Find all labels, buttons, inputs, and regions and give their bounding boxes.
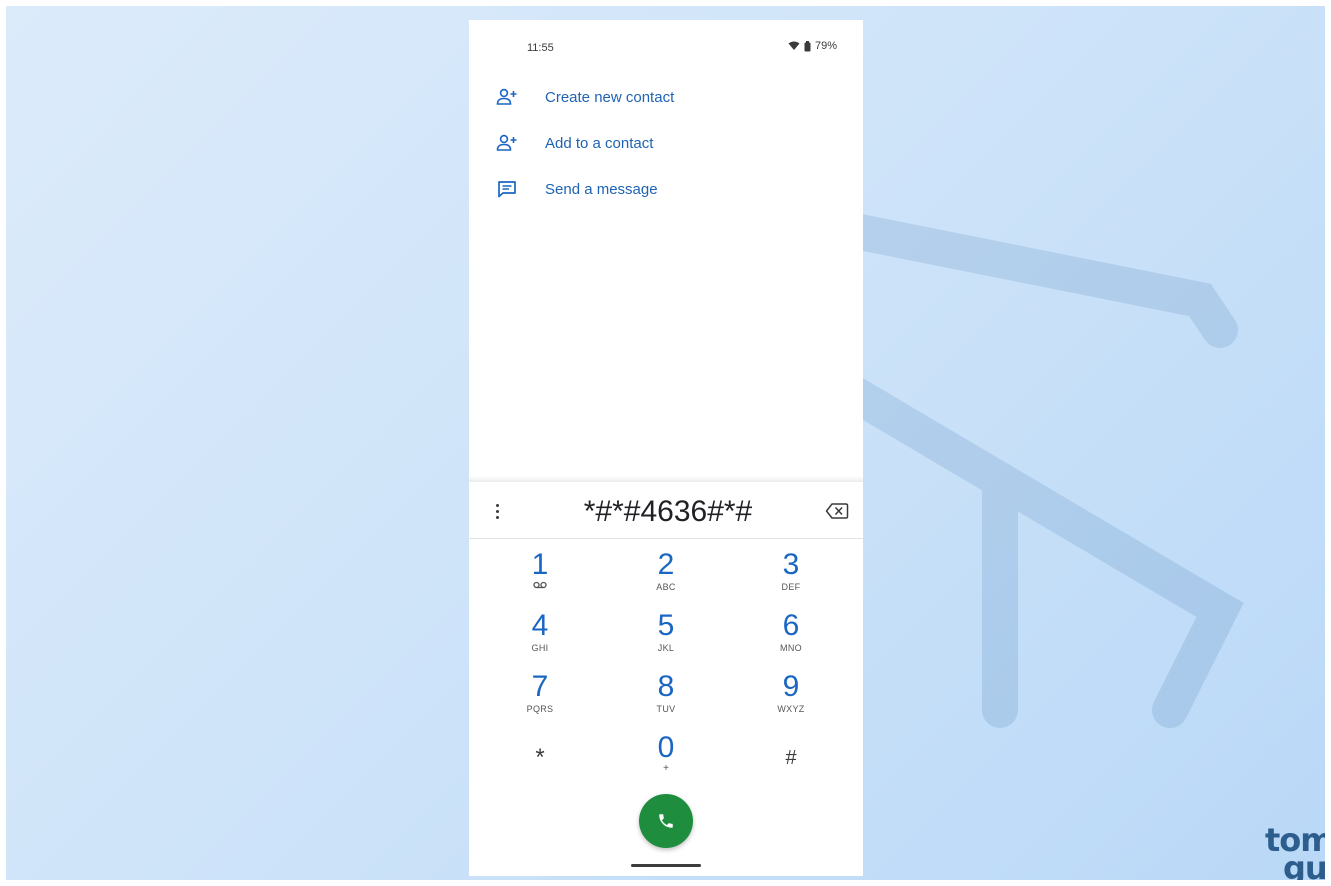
key-digit: # [785, 747, 797, 769]
key-digit: 5 [657, 609, 675, 642]
dialpad-panel: 1 2 ABC 3 DEF 4 GHI 5 JKL 6 MNO [469, 482, 863, 876]
key-0[interactable]: 0 + [616, 732, 716, 790]
message-icon [495, 177, 519, 201]
key-5[interactable]: 5 JKL [616, 610, 716, 668]
brand-logo-line2: gu [1283, 849, 1328, 886]
key-hash[interactable]: # [741, 732, 841, 790]
dialed-number-field[interactable] [529, 490, 807, 534]
menu-item-label: Add to a contact [545, 134, 654, 152]
backspace-icon [825, 503, 849, 519]
key-letters: ABC [656, 582, 676, 592]
key-digit: 1 [531, 548, 549, 581]
key-6[interactable]: 6 MNO [741, 610, 841, 668]
person-add-icon [495, 131, 519, 155]
status-bar: 11:55 79% [469, 20, 863, 76]
brand-logo: tom gu [1261, 818, 1331, 886]
menu-item-label: Send a message [545, 180, 658, 198]
key-digit: 3 [782, 548, 800, 581]
key-digit: 2 [657, 548, 675, 581]
menu-item-label: Create new contact [545, 88, 675, 106]
status-icons: 79% [788, 40, 837, 52]
key-star[interactable]: * [490, 732, 590, 790]
backspace-button[interactable] [824, 500, 850, 522]
voicemail-icon [533, 581, 547, 589]
key-3[interactable]: 3 DEF [741, 549, 841, 607]
key-digit: 4 [531, 609, 549, 642]
status-time: 11:55 [527, 42, 554, 54]
key-letters: TUV [656, 704, 676, 714]
key-2[interactable]: 2 ABC [616, 549, 716, 607]
key-digit: 9 [782, 670, 800, 703]
phone-icon [659, 814, 673, 828]
key-letters: GHI [531, 643, 549, 653]
key-letters: MNO [780, 643, 802, 653]
key-letters: PQRS [526, 704, 554, 714]
wifi-icon [788, 41, 800, 50]
person-add-icon [495, 85, 519, 109]
more-options-button[interactable] [487, 500, 507, 522]
dial-divider [469, 538, 863, 539]
key-9[interactable]: 9 WXYZ [741, 671, 841, 729]
key-digit: 6 [782, 609, 800, 642]
key-digit: 7 [531, 670, 549, 703]
key-4[interactable]: 4 GHI [490, 610, 590, 668]
home-indicator[interactable] [631, 864, 701, 867]
create-new-contact-item[interactable]: Create new contact [495, 82, 795, 112]
call-button[interactable] [639, 794, 693, 848]
key-digit: 0 [657, 731, 675, 764]
key-digit: 8 [657, 670, 675, 703]
key-8[interactable]: 8 TUV [616, 671, 716, 729]
key-letters: WXYZ [777, 704, 805, 714]
add-to-contact-item[interactable]: Add to a contact [495, 128, 795, 158]
key-digit: * [535, 744, 545, 771]
key-1[interactable]: 1 [490, 549, 590, 607]
send-message-item[interactable]: Send a message [495, 174, 795, 204]
key-letters: JKL [657, 643, 675, 653]
phone-screen: 11:55 79% Create new contact Add to a co… [469, 20, 863, 876]
battery-icon [804, 40, 811, 51]
battery-percent: 79% [814, 40, 837, 52]
key-letters: DEF [781, 582, 801, 592]
key-letters: + [663, 763, 669, 774]
key-7[interactable]: 7 PQRS [490, 671, 590, 729]
